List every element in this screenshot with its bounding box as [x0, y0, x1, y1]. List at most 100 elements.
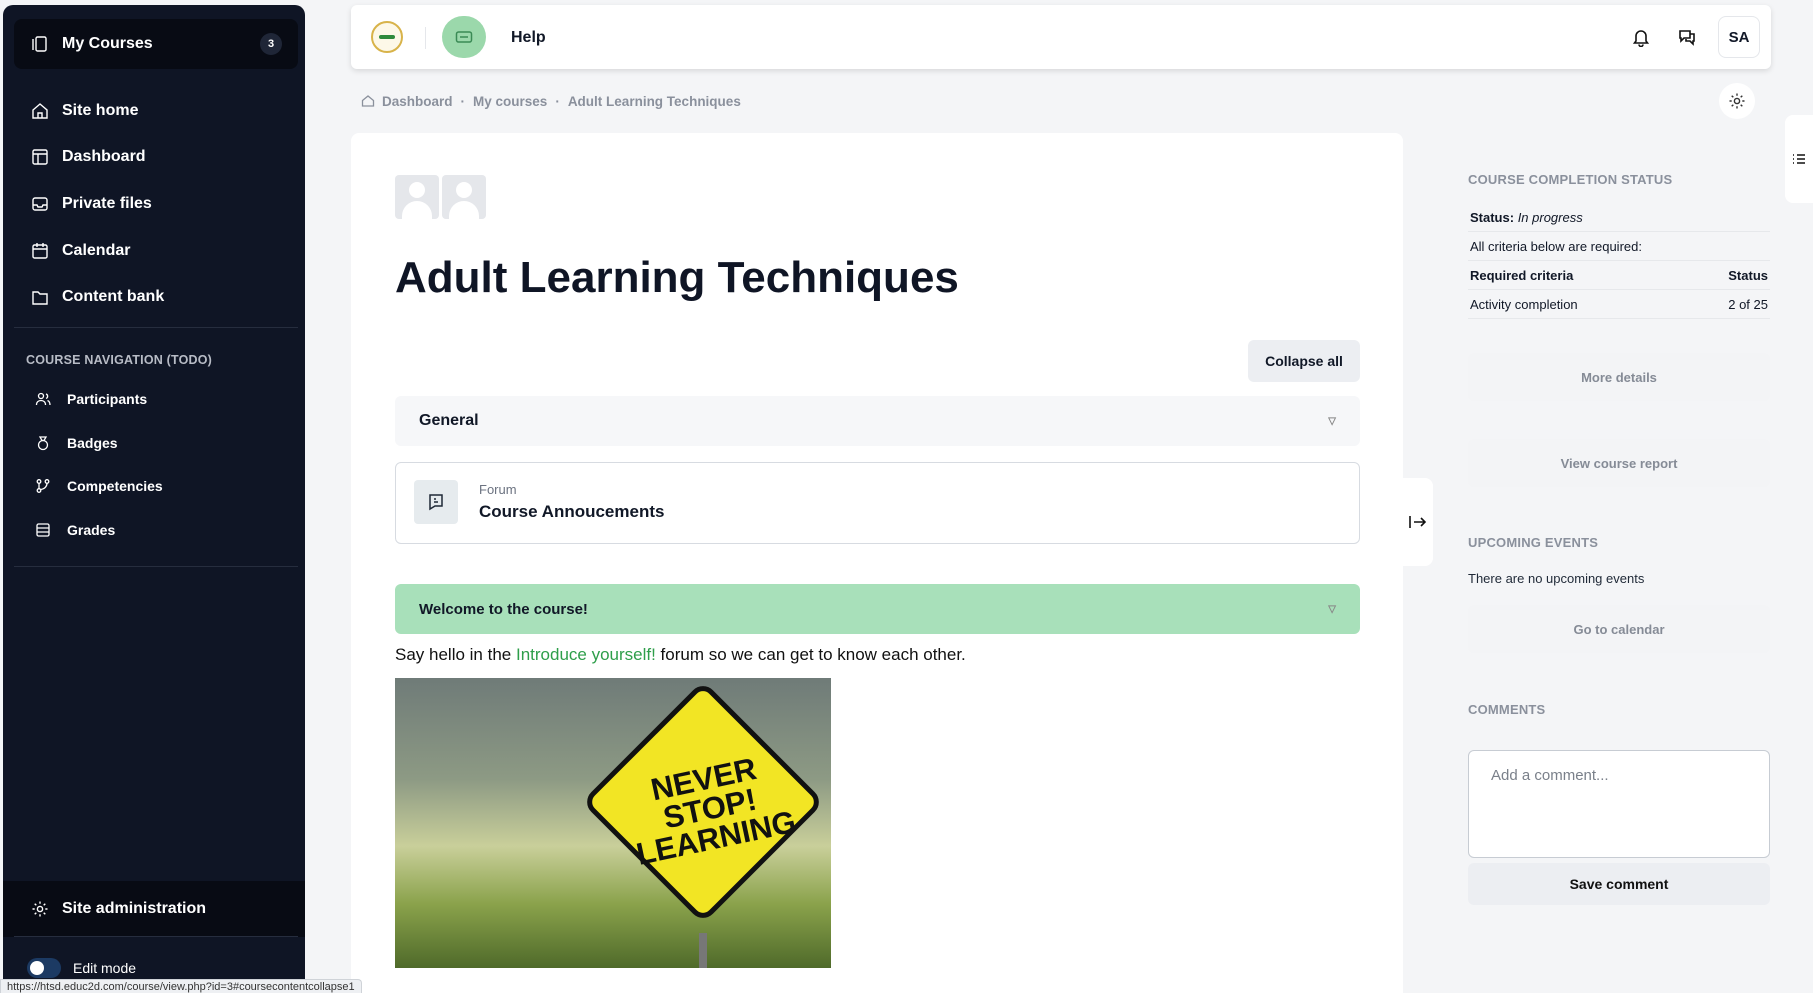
- section-welcome-header[interactable]: Welcome to the course! ▽: [395, 584, 1360, 634]
- arrow-right-to-line-icon: [1408, 512, 1428, 532]
- site-administration-link[interactable]: Site administration: [3, 881, 305, 937]
- sidebar-item-label: Dashboard: [62, 148, 146, 165]
- competencies-icon: [33, 476, 53, 496]
- help-link[interactable]: Help: [511, 29, 546, 47]
- sidebar-item-calendar[interactable]: Calendar: [14, 231, 298, 271]
- contact-avatar[interactable]: [395, 175, 439, 219]
- page-title: Adult Learning Techniques: [395, 253, 959, 302]
- required-criteria-header: Required criteria: [1470, 267, 1574, 283]
- my-courses-button[interactable]: My Courses 3: [14, 19, 298, 69]
- table-header-row: Required criteria Status: [1468, 261, 1770, 290]
- course-contacts: [395, 175, 486, 219]
- criteria-name: Activity completion: [1470, 296, 1578, 312]
- help-icon: [454, 27, 474, 47]
- activity-type-label: Forum: [479, 482, 517, 497]
- never-stop-learning-image: NEVER STOP! LEARNING: [395, 678, 831, 968]
- table-row: Activity completion 2 of 25: [1468, 290, 1770, 319]
- criteria-note-row: All criteria below are required:: [1468, 232, 1770, 261]
- edit-mode-toggle-row: Edit mode: [27, 958, 136, 978]
- calendar-icon: [30, 241, 50, 261]
- folder-icon: [30, 287, 50, 307]
- completion-status-heading: COURSE COMPLETION STATUS: [1468, 172, 1673, 187]
- sidebar-item-competencies[interactable]: Competencies: [25, 468, 295, 504]
- breadcrumb: Dashboard · My courses · Adult Learning …: [360, 93, 741, 109]
- close-drawer-button[interactable]: [1403, 478, 1433, 566]
- badge-icon: [33, 433, 53, 453]
- section-title: Welcome to the course!: [419, 600, 588, 618]
- more-details-button[interactable]: More details: [1468, 353, 1770, 401]
- breadcrumb-dashboard-link[interactable]: Dashboard: [382, 94, 453, 109]
- home-icon: [360, 93, 376, 109]
- course-content: Adult Learning Techniques Collapse all G…: [351, 133, 1403, 993]
- course-settings-button[interactable]: [1719, 83, 1755, 119]
- sidebar-item-dashboard[interactable]: Dashboard: [14, 137, 298, 177]
- view-course-report-button[interactable]: View course report: [1468, 439, 1770, 487]
- edit-mode-label: Edit mode: [73, 960, 137, 976]
- chevron-down-icon[interactable]: ▽: [1328, 416, 1336, 427]
- intro-text: Say hello in the: [395, 645, 516, 664]
- sidebar-divider: [14, 936, 298, 937]
- sidebar-divider: [14, 327, 298, 328]
- intro-text: forum so we can get to know each other.: [655, 645, 966, 664]
- sidebar-item-grades[interactable]: Grades: [25, 512, 295, 548]
- inbox-icon: [30, 194, 50, 214]
- sidebar-item-badges[interactable]: Badges: [25, 425, 295, 461]
- breadcrumb-current[interactable]: Adult Learning Techniques: [568, 94, 741, 109]
- sidebar-item-content-bank[interactable]: Content bank: [14, 277, 298, 317]
- navbar-divider: [425, 27, 426, 49]
- bell-icon[interactable]: [1631, 27, 1651, 47]
- sidebar-item-label: Private files: [62, 195, 152, 212]
- sidebar-item-site-home[interactable]: Site home: [14, 91, 298, 131]
- sidebar-item-label: Participants: [67, 391, 148, 407]
- status-bar-url: https://htsd.educ2d.com/course/view.php?…: [0, 979, 362, 993]
- no-events-text: There are no upcoming events: [1468, 571, 1645, 586]
- course-index-toggle[interactable]: [1785, 115, 1813, 203]
- sidebar-item-participants[interactable]: Participants: [25, 381, 295, 417]
- go-to-calendar-button[interactable]: Go to calendar: [1468, 605, 1770, 653]
- breadcrumb-separator: ·: [460, 93, 466, 109]
- contact-avatar[interactable]: [442, 175, 486, 219]
- comment-input[interactable]: [1468, 750, 1770, 858]
- section-title: General: [419, 412, 479, 429]
- sidebar-item-label: Calendar: [62, 242, 131, 259]
- sidebar-divider: [14, 566, 298, 567]
- chat-icon[interactable]: [1677, 27, 1697, 47]
- activity-name-link[interactable]: Course Annoucements: [479, 502, 664, 522]
- chevron-down-icon[interactable]: ▽: [1328, 604, 1336, 615]
- users-icon: [33, 389, 53, 409]
- criteria-note: All criteria below are required:: [1470, 238, 1642, 254]
- sidebar-item-label: Site home: [62, 102, 139, 119]
- save-comment-button[interactable]: Save comment: [1468, 863, 1770, 905]
- edit-mode-toggle[interactable]: [27, 958, 61, 978]
- home-icon: [30, 101, 50, 121]
- course-navigation-heading: COURSE NAVIGATION (TODO): [26, 353, 213, 367]
- activity-forum[interactable]: Forum Course Annoucements: [395, 462, 1360, 544]
- grades-icon: [33, 520, 53, 540]
- introduce-yourself-link[interactable]: Introduce yourself!: [516, 645, 656, 664]
- status-header: Status: [1728, 267, 1768, 283]
- forum-icon: [414, 480, 458, 524]
- sidebar-item-label: Competencies: [67, 478, 163, 494]
- sidebar: My Courses 3 Site home Dashboard Private…: [3, 5, 305, 993]
- section-summary: Say hello in the Introduce yourself! for…: [395, 645, 966, 665]
- gear-icon: [30, 899, 50, 919]
- collapse-all-button[interactable]: Collapse all: [1248, 340, 1360, 382]
- section-general-header[interactable]: General ▽: [395, 396, 1360, 446]
- user-avatar-button[interactable]: SA: [1718, 16, 1760, 58]
- dashboard-icon: [30, 147, 50, 167]
- sidebar-item-private-files[interactable]: Private files: [14, 184, 298, 224]
- sign-pole: [699, 933, 707, 968]
- top-navbar: Help SA: [351, 5, 1771, 69]
- site-administration-label: Site administration: [62, 900, 207, 917]
- breadcrumb-my-courses-link[interactable]: My courses: [473, 94, 547, 109]
- completion-status-table: Status: In progress All criteria below a…: [1468, 203, 1770, 319]
- upcoming-events-heading: UPCOMING EVENTS: [1468, 535, 1599, 550]
- status-label: Status:: [1470, 209, 1515, 225]
- help-pill-button[interactable]: [442, 16, 486, 58]
- status-value: In progress: [1517, 209, 1583, 225]
- criteria-status: 2 of 25: [1728, 296, 1768, 312]
- breadcrumb-separator: ·: [555, 93, 560, 109]
- site-logo[interactable]: [371, 21, 403, 53]
- status-row: Status: In progress: [1468, 203, 1770, 232]
- courses-icon: [30, 34, 50, 54]
